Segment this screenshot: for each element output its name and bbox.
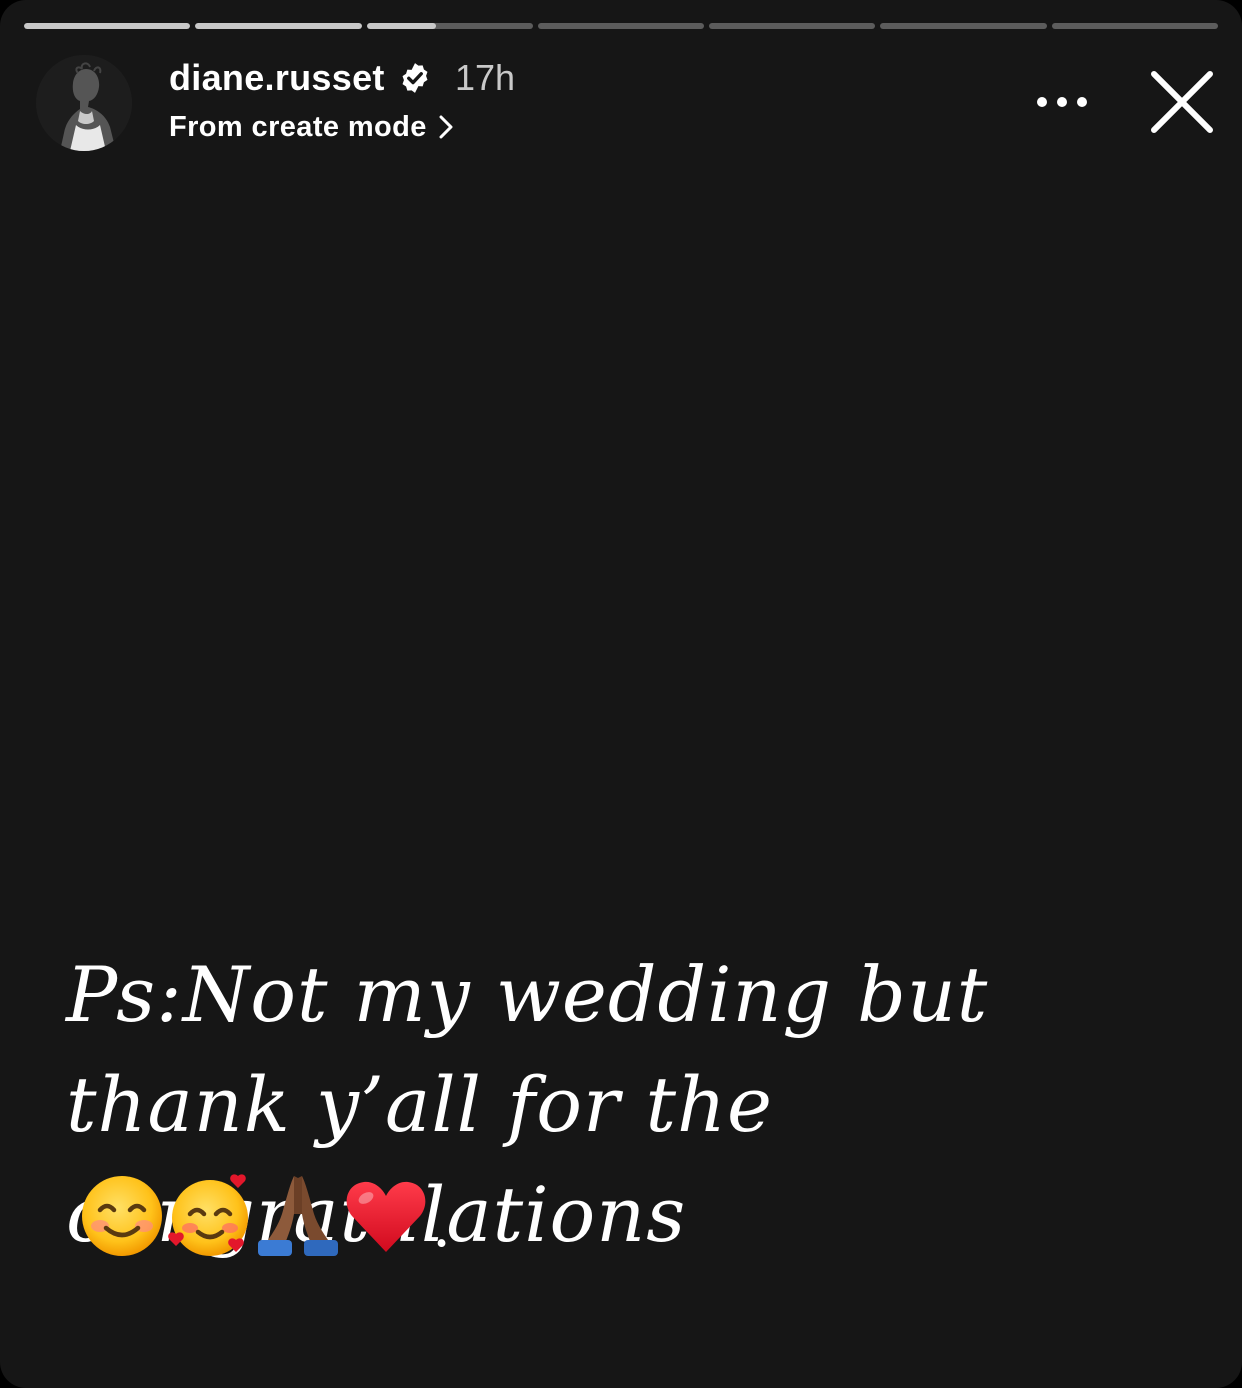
post-time: 17h bbox=[455, 57, 516, 98]
smiling-face-with-hearts-icon bbox=[168, 1174, 248, 1256]
profile-photo bbox=[36, 55, 132, 151]
story-progress-segment bbox=[195, 23, 362, 29]
chevron-right-icon bbox=[439, 115, 453, 139]
smiling-face-icon bbox=[82, 1176, 162, 1256]
avatar[interactable] bbox=[36, 55, 132, 151]
story-progress-segment bbox=[366, 23, 533, 29]
caption-emojis: . bbox=[78, 1168, 451, 1258]
story-progress bbox=[24, 23, 1218, 29]
folded-hands-icon bbox=[258, 1176, 338, 1256]
story-progress-fill bbox=[366, 23, 437, 29]
story-progress-segment bbox=[537, 23, 705, 29]
more-horizontal-icon[interactable] bbox=[1030, 86, 1094, 118]
verified-badge-icon bbox=[402, 63, 428, 93]
story-progress-fill bbox=[195, 23, 362, 29]
create-mode-label: From create mode bbox=[169, 110, 427, 143]
story-progress-segment bbox=[709, 23, 876, 29]
story-progress-segment bbox=[1051, 23, 1218, 29]
story-viewer[interactable]: diane.russet 17h From create mode Ps:Not… bbox=[0, 0, 1242, 1388]
red-heart-icon bbox=[346, 1181, 426, 1252]
story-progress-segment bbox=[24, 23, 191, 29]
create-mode-link[interactable]: From create mode bbox=[169, 106, 455, 148]
story-progress-segment bbox=[880, 23, 1047, 29]
story-progress-fill bbox=[24, 23, 191, 29]
close-icon[interactable] bbox=[1148, 68, 1216, 136]
username[interactable]: diane.russet bbox=[169, 56, 385, 100]
caption-period: . bbox=[432, 1191, 452, 1261]
